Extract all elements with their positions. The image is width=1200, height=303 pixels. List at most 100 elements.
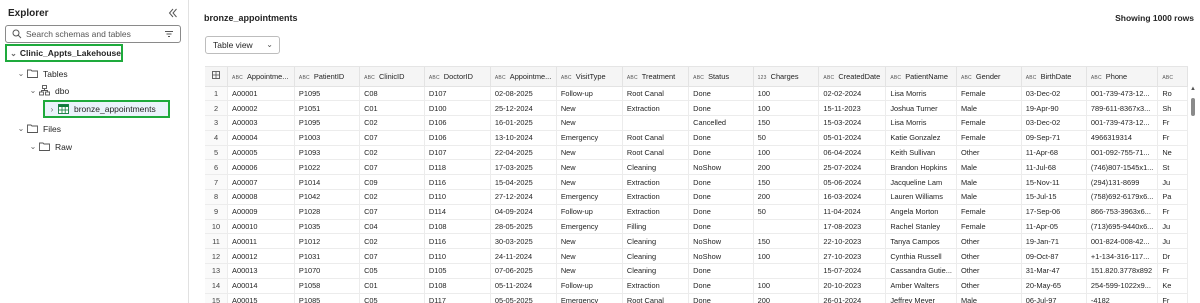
table-cell[interactable]: P1014 xyxy=(294,174,361,191)
table-cell[interactable]: D114 xyxy=(424,204,491,220)
table-cell[interactable]: Lauren Williams xyxy=(885,189,957,205)
table-cell[interactable]: C01 xyxy=(359,100,425,117)
table-cell[interactable]: Joshua Turner xyxy=(885,100,957,117)
table-cell[interactable]: -4182 xyxy=(1086,293,1159,303)
table-cell[interactable] xyxy=(753,219,820,235)
table-cell[interactable]: D107 xyxy=(424,86,491,102)
table-cell[interactable]: 06-Jul-97 xyxy=(1021,293,1087,303)
table-cell[interactable]: 100 xyxy=(753,145,820,161)
row-number[interactable]: 2 xyxy=(205,100,229,117)
table-cell[interactable]: 03-Dec-02 xyxy=(1021,115,1087,131)
table-cell[interactable]: A00003 xyxy=(227,115,295,131)
table-cell[interactable]: Rachel Stanley xyxy=(885,219,957,235)
table-cell[interactable]: 200 xyxy=(753,189,820,205)
table-cell[interactable]: D105 xyxy=(424,263,491,279)
table-cell[interactable]: Angela Morton xyxy=(885,204,957,220)
table-cell[interactable]: 02-02-2024 xyxy=(818,86,887,102)
table-cell[interactable]: P1070 xyxy=(294,263,361,279)
table-cell[interactable]: Done xyxy=(688,263,754,279)
table-cell[interactable]: 15-07-2024 xyxy=(818,263,887,279)
table-cell[interactable]: Extraction xyxy=(622,204,690,220)
table-cell[interactable]: 150 xyxy=(753,174,820,191)
table-cell[interactable]: Root Canal xyxy=(622,293,690,303)
column-header[interactable]: 123 Charges xyxy=(753,67,820,87)
tree-item-table[interactable]: › bronze_appointments xyxy=(43,100,170,118)
table-cell[interactable]: Done xyxy=(688,204,754,220)
table-cell[interactable]: 25-07-2024 xyxy=(818,159,887,176)
table-cell[interactable]: Ro xyxy=(1157,86,1188,102)
table-cell[interactable]: 4966319314 xyxy=(1086,130,1159,146)
table-row[interactable]: 11 A00011 P1012 C02 D116 30-03-2025 New Cleanin… xyxy=(205,233,1188,250)
table-cell[interactable]: 200 xyxy=(753,293,820,303)
table-cell[interactable]: D106 xyxy=(424,130,491,146)
table-cell[interactable]: 15-Jul-15 xyxy=(1021,189,1087,205)
table-cell[interactable]: 07-06-2025 xyxy=(490,263,557,279)
column-header[interactable]: ABC VisitType xyxy=(556,67,623,87)
table-cell[interactable]: P1022 xyxy=(294,159,361,176)
table-cell[interactable]: Ju xyxy=(1157,233,1188,250)
table-cell[interactable]: A00008 xyxy=(227,189,295,205)
column-header[interactable]: ABC Appointme... xyxy=(490,67,557,87)
tree-item-lakehouse[interactable]: ⌄ Clinic_Appts_Lakehouse xyxy=(5,44,123,62)
table-cell[interactable]: A00009 xyxy=(227,204,295,220)
table-cell[interactable]: Extraction xyxy=(622,174,690,191)
row-number[interactable]: 10 xyxy=(205,219,229,235)
vertical-scrollbar[interactable]: ▲ xyxy=(1189,86,1197,303)
table-cell[interactable]: 13-10-2024 xyxy=(490,130,557,146)
table-cell[interactable]: 05-11-2024 xyxy=(490,278,557,294)
table-cell[interactable]: 151.820.3778x892 xyxy=(1086,263,1159,279)
table-cell[interactable]: C07 xyxy=(359,204,425,220)
chevron-down-icon[interactable]: ⌄ xyxy=(10,49,17,58)
table-cell[interactable]: Katie Gonzalez xyxy=(885,130,957,146)
table-cell[interactable]: Done xyxy=(688,278,754,294)
table-cell[interactable]: A00005 xyxy=(227,145,295,161)
table-cell[interactable]: Done xyxy=(688,293,754,303)
column-header[interactable]: ABC DoctorID xyxy=(424,67,491,87)
table-cell[interactable]: Keith Sullivan xyxy=(885,145,957,161)
row-number[interactable]: 12 xyxy=(205,248,229,265)
table-cell[interactable]: C07 xyxy=(359,159,425,176)
table-cell[interactable]: Male xyxy=(956,159,1022,176)
table-cell[interactable]: C02 xyxy=(359,233,425,250)
table-cell[interactable]: (294)131-8699 xyxy=(1086,174,1159,191)
table-cell[interactable]: P1051 xyxy=(294,100,361,117)
table-cell[interactable]: 25-12-2024 xyxy=(490,100,557,117)
table-cell[interactable]: 17-Sep-06 xyxy=(1021,204,1087,220)
table-cell[interactable]: NoShow xyxy=(688,233,754,250)
table-cell[interactable]: 15-03-2024 xyxy=(818,115,887,131)
table-cell[interactable]: 17-03-2025 xyxy=(490,159,557,176)
table-cell[interactable]: Extraction xyxy=(622,278,690,294)
table-cell[interactable]: Emergency xyxy=(556,219,623,235)
table-cell[interactable]: D107 xyxy=(424,145,491,161)
table-cell[interactable]: 20-May-65 xyxy=(1021,278,1087,294)
table-cell[interactable]: Ju xyxy=(1157,219,1188,235)
table-cell[interactable]: Done xyxy=(688,219,754,235)
table-cell[interactable]: P1031 xyxy=(294,248,361,265)
table-row[interactable]: 5 A00005 P1093 C02 D107 22-04-2025 New Root Can… xyxy=(205,145,1188,161)
table-cell[interactable]: 50 xyxy=(753,130,820,146)
table-cell[interactable]: 15-04-2025 xyxy=(490,174,557,191)
table-cell[interactable]: P1003 xyxy=(294,130,361,146)
column-header[interactable]: ABC PatientName xyxy=(885,67,957,87)
table-cell[interactable]: Done xyxy=(688,145,754,161)
table-cell[interactable]: 866-753-3963x6... xyxy=(1086,204,1159,220)
table-cell[interactable]: D117 xyxy=(424,293,491,303)
row-number[interactable]: 13 xyxy=(205,263,229,279)
select-all-cell[interactable] xyxy=(205,67,229,87)
table-cell[interactable]: 15-Nov-11 xyxy=(1021,174,1087,191)
table-cell[interactable]: Done xyxy=(688,130,754,146)
table-cell[interactable]: Male xyxy=(956,100,1022,117)
table-cell[interactable]: Root Canal xyxy=(622,145,690,161)
table-cell[interactable] xyxy=(622,115,690,131)
table-cell[interactable] xyxy=(753,263,820,279)
table-cell[interactable]: (746)807-1545x1... xyxy=(1086,159,1159,176)
table-cell[interactable]: 05-06-2024 xyxy=(818,174,887,191)
table-cell[interactable]: D110 xyxy=(424,248,491,265)
table-cell[interactable]: 22-10-2023 xyxy=(818,233,887,250)
row-number[interactable]: 3 xyxy=(205,115,229,131)
table-cell[interactable]: (713)695-9440x6... xyxy=(1086,219,1159,235)
table-cell[interactable]: A00002 xyxy=(227,100,295,117)
table-cell[interactable]: Female xyxy=(956,115,1022,131)
data-grid[interactable]: ABC Appointme... ABC PatientID ABC ClinicID AB… xyxy=(205,66,1188,303)
table-cell[interactable]: 16-03-2024 xyxy=(818,189,887,205)
